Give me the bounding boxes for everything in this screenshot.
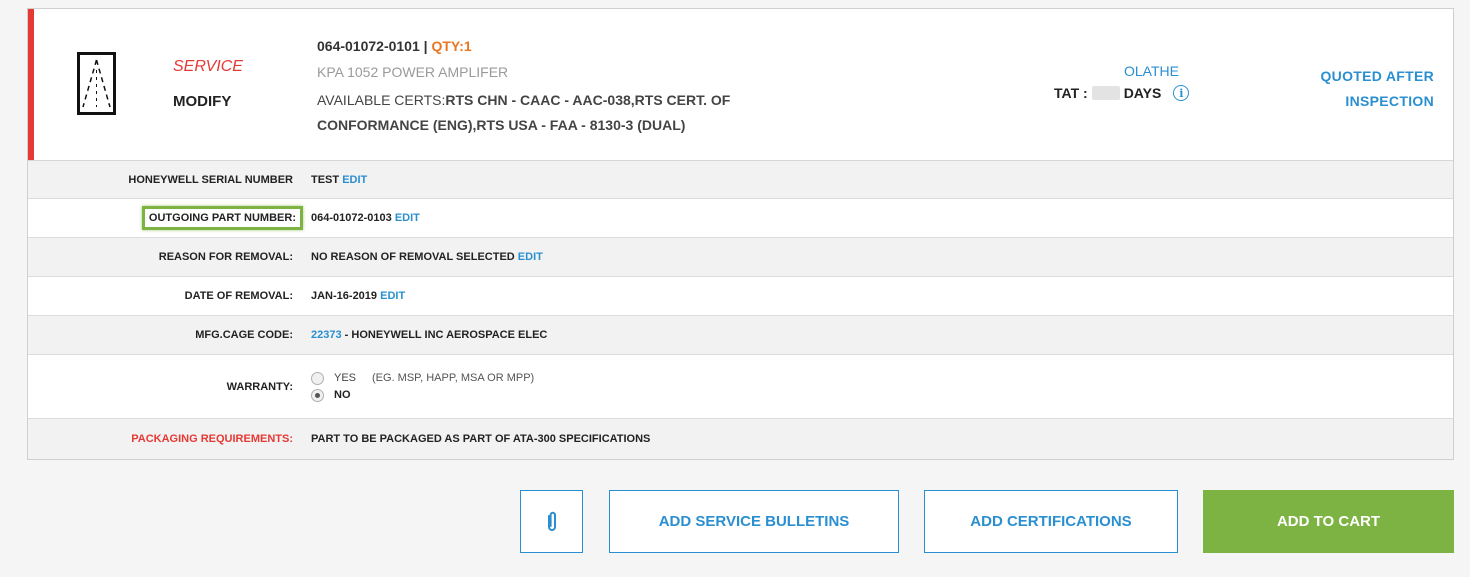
- cage-code-link[interactable]: 22373: [311, 329, 342, 341]
- table-row: REASON FOR REMOVAL: NO REASON OF REMOVAL…: [28, 238, 1453, 277]
- radio-no-label: NO: [334, 389, 351, 401]
- part-header: SERVICE MODIFY 064-01072-0101 | QTY:1 KP…: [28, 9, 1453, 160]
- row-label: OUTGOING PART NUMBER:: [28, 206, 311, 230]
- part-number: 064-01072-0101: [317, 38, 420, 54]
- row-value: 22373 - HONEYWELL INC AEROSPACE ELEC: [311, 329, 1453, 341]
- edit-reason-link[interactable]: EDIT: [518, 251, 543, 263]
- quote-status: QUOTED AFTER INSPECTION: [1320, 68, 1434, 109]
- part-card: SERVICE MODIFY 064-01072-0101 | QTY:1 KP…: [27, 8, 1454, 460]
- warranty-yes-option[interactable]: YES (EG. MSP, HAPP, MSA OR MPP): [311, 371, 1453, 385]
- row-label: PACKAGING REQUIREMENTS:: [131, 433, 293, 445]
- add-service-bulletins-button[interactable]: ADD SERVICE BULLETINS: [609, 490, 899, 553]
- separator: |: [423, 38, 428, 54]
- turnaround-time: TAT : DAYS i: [1054, 85, 1190, 101]
- cage-code-value: - HONEYWELL INC AEROSPACE ELEC: [344, 329, 548, 341]
- row-value: 064-01072-0103 EDIT: [311, 212, 1453, 224]
- tat-unit: DAYS: [1123, 85, 1162, 101]
- reason-for-removal-value: NO REASON OF REMOVAL SELECTED: [311, 251, 515, 263]
- date-of-removal-value: JAN-16-2019: [311, 290, 378, 302]
- part-number-line: 064-01072-0101 | QTY:1: [317, 38, 472, 54]
- paperclip-icon: [547, 511, 556, 531]
- row-label: DATE OF REMOVAL:: [184, 290, 293, 302]
- edit-date-link[interactable]: EDIT: [380, 290, 405, 302]
- available-certs: AVAILABLE CERTS:RTS CHN - CAAC - AAC-038…: [317, 88, 817, 138]
- part-description: KPA 1052 POWER AMPLIFER: [317, 64, 509, 80]
- edit-serial-link[interactable]: EDIT: [342, 174, 367, 186]
- aircraft-door-icon: [77, 52, 116, 115]
- quantity: QTY:1: [431, 38, 472, 54]
- row-label: HONEYWELL SERIAL NUMBER: [128, 173, 293, 186]
- row-label: REASON FOR REMOVAL:: [158, 251, 293, 263]
- row-value: TEST EDIT: [311, 174, 1453, 186]
- tat-label: TAT :: [1054, 85, 1088, 101]
- edit-outgoing-part-link[interactable]: EDIT: [395, 212, 420, 224]
- table-row: DATE OF REMOVAL: JAN-16-2019 EDIT: [28, 277, 1453, 316]
- service-action: MODIFY: [173, 93, 232, 110]
- table-row: PACKAGING REQUIREMENTS: PART TO BE PACKA…: [28, 419, 1453, 459]
- warranty-no-option[interactable]: NO: [311, 388, 1453, 402]
- repair-location: OLATHE: [1124, 63, 1179, 79]
- packaging-requirements-value: PART TO BE PACKAGED AS PART OF ATA-300 S…: [311, 433, 651, 445]
- radio-no[interactable]: [311, 388, 324, 402]
- warranty-note: (EG. MSP, HAPP, MSA OR MPP): [372, 372, 535, 384]
- row-value: JAN-16-2019 EDIT: [311, 290, 1453, 302]
- part-details-table: HONEYWELL SERIAL NUMBER TEST EDIT OUTGOI…: [28, 160, 1453, 459]
- table-row: OUTGOING PART NUMBER: 064-01072-0103 EDI…: [28, 199, 1453, 238]
- table-row: HONEYWELL SERIAL NUMBER TEST EDIT: [28, 161, 1453, 199]
- info-icon[interactable]: i: [1173, 85, 1190, 101]
- warranty-options: YES (EG. MSP, HAPP, MSA OR MPP) NO: [311, 371, 1453, 402]
- tat-value-redacted: [1091, 86, 1120, 100]
- outgoing-part-number-value: 064-01072-0103: [311, 212, 392, 224]
- service-type: SERVICE: [173, 58, 243, 75]
- row-value: NO REASON OF REMOVAL SELECTED EDIT: [311, 251, 1453, 263]
- radio-yes-label: YES: [334, 372, 357, 384]
- highlight-outgoing-part-number: OUTGOING PART NUMBER:: [141, 206, 303, 230]
- row-label: MFG.CAGE CODE:: [195, 329, 293, 341]
- table-row: WARRANTY: YES (EG. MSP, HAPP, MSA OR MPP…: [28, 355, 1453, 419]
- add-certifications-button[interactable]: ADD CERTIFICATIONS: [924, 490, 1178, 553]
- serial-number-value: TEST: [311, 173, 340, 186]
- add-to-cart-button[interactable]: ADD TO CART: [1203, 490, 1454, 553]
- radio-yes[interactable]: [311, 371, 324, 385]
- row-label: WARRANTY:: [226, 380, 293, 393]
- certs-label: AVAILABLE CERTS:: [317, 92, 446, 108]
- table-row: MFG.CAGE CODE: 22373 - HONEYWELL INC AER…: [28, 316, 1453, 355]
- attach-button[interactable]: [520, 490, 583, 553]
